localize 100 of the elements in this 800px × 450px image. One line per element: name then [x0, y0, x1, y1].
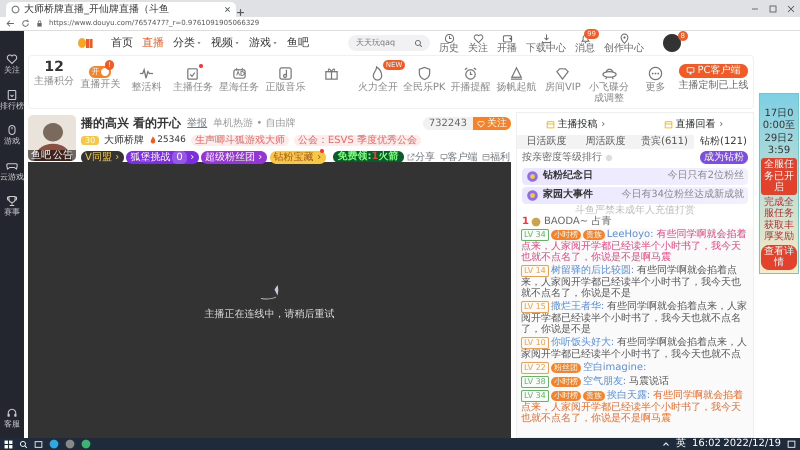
ad-icon[interactable]: [232, 66, 247, 81]
panel-link[interactable]: 主播投稿: [545, 116, 607, 132]
nav-link[interactable]: 视频: [211, 36, 240, 50]
search-box[interactable]: 天天玩qaq: [348, 35, 430, 51]
tool-label[interactable]: 火力全开: [358, 83, 398, 94]
nav-link[interactable]: 首页: [111, 36, 133, 50]
headset-icon: [6, 406, 18, 418]
free-rocket-banner[interactable]: 免费领:1火箭: [332, 151, 404, 163]
tool-label[interactable]: 正版音乐: [265, 83, 306, 94]
tool-label[interactable]: 整活料: [132, 83, 162, 94]
nav-link[interactable]: 鱼吧: [287, 36, 309, 50]
room-button[interactable]: 超级粉丝团: [201, 150, 268, 164]
report-link[interactable]: 举报: [186, 115, 208, 132]
pc-client-button[interactable]: PC客户端: [679, 64, 748, 78]
nav-link[interactable]: 直播: [142, 36, 164, 50]
box-icon: [664, 120, 673, 128]
follower-count: 732243: [422, 116, 473, 130]
tool-label[interactable]: 全民乐PK: [402, 83, 446, 94]
rank-tab[interactable]: 日活跃度: [517, 135, 576, 148]
room-button[interactable]: 狐堡挑战 0: [126, 150, 199, 164]
fan-avatar[interactable]: [531, 216, 542, 227]
tool-label[interactable]: 开播提醒: [450, 83, 490, 94]
sidebar-item[interactable]: 游戏: [4, 137, 20, 146]
gift-icon[interactable]: [324, 66, 340, 81]
tool-label[interactable]: 直播开关: [80, 80, 120, 90]
sidebar-item[interactable]: 关注: [4, 66, 20, 76]
chevron-icon: [114, 154, 120, 160]
room-button[interactable]: V同盟: [81, 150, 124, 164]
nav-action[interactable]: 历史: [439, 32, 459, 54]
tool-label[interactable]: 主播任务: [172, 83, 213, 94]
score-label: 主播积分: [34, 76, 74, 88]
nav-action[interactable]: 关注: [468, 32, 488, 54]
tool-label[interactable]: 小飞碟分成调整: [586, 83, 632, 104]
room-link[interactable]: 客户端: [438, 148, 478, 166]
room-button[interactable]: 钻粉宝藏: [270, 150, 326, 164]
reload-icon[interactable]: [21, 19, 30, 28]
back-icon[interactable]: [6, 19, 15, 28]
sidebar-item[interactable]: 云游戏: [0, 172, 24, 182]
tool-label[interactable]: 更多: [645, 83, 666, 94]
client-icon: [440, 153, 448, 161]
event-banner[interactable]: 家园大事件 今日有34位粉丝达成新成就: [522, 186, 748, 204]
tool-label[interactable]: 房间VIP: [544, 83, 581, 94]
nav-link[interactable]: 游戏: [249, 36, 278, 50]
trophy-icon: [6, 195, 18, 207]
status-message: 主播正在连线中，请稍后重试: [204, 309, 334, 321]
sidebar-item[interactable]: 排行榜: [0, 102, 24, 111]
chat-message: LV 38 小时榜 空气朋友: 马震说话: [517, 374, 753, 388]
sidebar-item[interactable]: 赛事: [4, 208, 20, 218]
nav-action[interactable]: 开播: [497, 32, 517, 54]
heart-icon: [477, 120, 485, 128]
input-method[interactable]: 英: [676, 439, 686, 449]
user-avatar[interactable]: [663, 34, 681, 52]
notification-icon[interactable]: [787, 440, 796, 448]
pulse-icon[interactable]: [139, 66, 154, 81]
room-link[interactable]: 分享: [406, 148, 436, 166]
event-ad[interactable]: 17日00:00至 29日23:59 全服任务已开启 完成全服任务获取丰厚奖励 查看详情: [759, 93, 799, 274]
diamond-icon[interactable]: [555, 66, 570, 81]
music-icon[interactable]: [278, 66, 293, 81]
fan-name[interactable]: BAODA~ 占青: [544, 216, 612, 228]
chevron-icon: [600, 121, 606, 127]
rank-tab[interactable]: 周活跃度: [576, 135, 635, 148]
alarm-clock-icon[interactable]: [462, 66, 478, 81]
chevron-icon: [718, 121, 724, 127]
event-banner[interactable]: 钻粉纪念日 今日只有2位粉丝: [522, 168, 748, 184]
search-icon[interactable]: [19, 440, 28, 448]
medal-icon: [526, 170, 539, 182]
maximize-icon[interactable]: [769, 4, 777, 12]
close-icon[interactable]: [787, 4, 795, 12]
nav-link[interactable]: 分类: [173, 36, 202, 50]
sailboat-icon[interactable]: [509, 66, 524, 81]
nav-action[interactable]: 创作中心: [604, 32, 644, 54]
app-icon[interactable]: [65, 439, 75, 449]
rank-tab[interactable]: 贵宾(611): [635, 135, 694, 148]
more-icon[interactable]: [648, 66, 663, 81]
tool-label[interactable]: 星海任务: [219, 83, 260, 94]
avatar-link[interactable]: 公告: [53, 150, 73, 161]
clock-time[interactable]: 16:02: [692, 439, 721, 449]
chevron-up-icon[interactable]: [662, 440, 670, 448]
room-link[interactable]: 福利: [481, 148, 511, 166]
join-button[interactable]: 成为钻粉: [700, 151, 748, 164]
ufo-icon[interactable]: [602, 66, 617, 81]
panel-link[interactable]: 直播回看: [663, 116, 725, 132]
new-tab-icon[interactable]: [236, 8, 245, 17]
task-view-icon[interactable]: [34, 440, 43, 448]
tool-label[interactable]: 扬帆起航: [496, 83, 537, 94]
browser-icon[interactable]: [49, 439, 59, 449]
streamer-avatar[interactable]: 鱼吧 公告: [28, 115, 76, 161]
mouse-icon: [6, 124, 18, 136]
clock-date[interactable]: 2022/12/19: [723, 439, 781, 449]
anchor-name[interactable]: 大师桥牌: [104, 134, 144, 146]
start-icon[interactable]: [4, 440, 13, 448]
nav-action[interactable]: 下载中心: [526, 32, 566, 54]
clipboard-icon[interactable]: [185, 66, 200, 81]
browser-tab[interactable]: 大师桥牌直播_开仙牌直播（斗鱼: [6, 2, 236, 17]
browser-icon[interactable]: [81, 439, 91, 449]
close-icon[interactable]: [224, 6, 231, 13]
sidebar-item[interactable]: 客服: [4, 420, 20, 429]
flame-icon[interactable]: [370, 66, 386, 81]
camera-icon: [502, 32, 512, 44]
avatar-link[interactable]: 鱼吧: [31, 150, 51, 161]
